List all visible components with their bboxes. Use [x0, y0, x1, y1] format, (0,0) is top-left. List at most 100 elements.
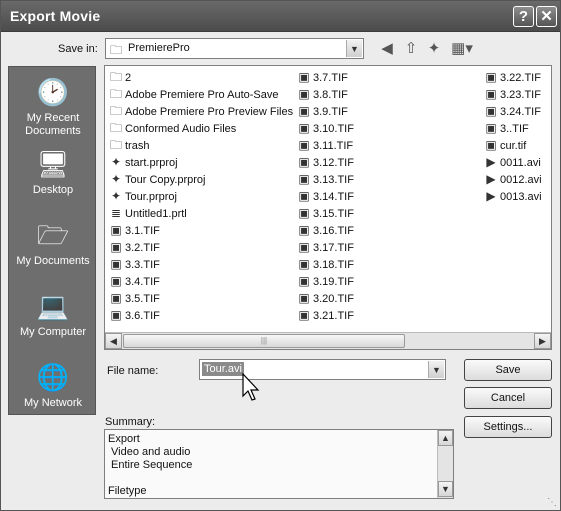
back-icon[interactable]: ◀: [377, 39, 397, 59]
folder-icon: 🗀: [109, 70, 122, 84]
file-item[interactable]: ▣ 3.20.TIF: [296, 290, 354, 307]
file-item[interactable]: ▣ 3.6.TIF: [108, 307, 293, 324]
save-in-dropdown[interactable]: 🗀 PremierePro ▼: [105, 38, 364, 59]
file-item[interactable]: ✦ start.prproj: [108, 154, 293, 171]
image-file-icon: ▣: [298, 155, 310, 169]
file-item-name: 2: [125, 72, 132, 84]
file-item[interactable]: ▣ 3.24.TIF: [483, 103, 542, 120]
place-my-computer[interactable]: 💻 My Computer: [9, 289, 97, 339]
image-file-icon: ▣: [298, 172, 310, 186]
file-item[interactable]: ▣ 3..TIF: [483, 120, 542, 137]
file-item-name: 3.1.TIF: [125, 225, 160, 237]
image-file-icon: ▣: [110, 308, 122, 322]
file-item-name: trash: [125, 140, 150, 152]
places-bar: 🕑 My Recent Documents 🖥 Desktop 🗁 My Doc…: [8, 66, 96, 415]
file-item[interactable]: 🗀 trash: [108, 137, 293, 154]
file-item[interactable]: ▣ 3.8.TIF: [296, 86, 354, 103]
image-file-icon: ▣: [485, 121, 497, 135]
desktop-icon: 🖥: [36, 149, 70, 179]
summary-scrollbar[interactable]: ▲ ▼: [437, 430, 453, 498]
file-item[interactable]: ▣ 3.4.TIF: [108, 273, 293, 290]
file-item[interactable]: ▣ 3.16.TIF: [296, 222, 354, 239]
file-item[interactable]: ▣ 3.13.TIF: [296, 171, 354, 188]
image-file-icon: ▣: [298, 121, 310, 135]
file-name-label: File name:: [107, 365, 159, 377]
file-item[interactable]: ▣ 3.1.TIF: [108, 222, 293, 239]
scroll-right-icon[interactable]: ▶: [534, 333, 551, 349]
file-item[interactable]: ▶ 0011.avi: [483, 154, 542, 171]
image-file-icon: ▣: [485, 87, 497, 101]
chevron-down-icon[interactable]: ▼: [346, 40, 362, 57]
up-folder-icon[interactable]: ⇧: [401, 39, 421, 59]
settings-button[interactable]: Settings...: [464, 416, 552, 438]
title-file-icon: ≣: [110, 206, 122, 220]
scroll-left-icon[interactable]: ◀: [105, 333, 122, 349]
scroll-down-icon[interactable]: ▼: [438, 481, 453, 497]
scroll-up-icon[interactable]: ▲: [438, 430, 453, 446]
file-item[interactable]: ▣ 3.11.TIF: [296, 137, 354, 154]
file-item-name: cur.tif: [500, 140, 527, 152]
image-file-icon: ▣: [298, 138, 310, 152]
file-item[interactable]: ▣ 3.17.TIF: [296, 239, 354, 256]
file-list[interactable]: 🗀 2 🗀 Adobe Premiere Pro Auto-Save 🗀 Adobe Pr…: [104, 65, 552, 350]
new-folder-icon[interactable]: ✦: [424, 39, 444, 59]
file-item-name: 3.14.TIF: [313, 191, 354, 203]
file-item[interactable]: ▣ 3.18.TIF: [296, 256, 354, 273]
horizontal-scrollbar[interactable]: ◀ ||| ▶: [105, 332, 551, 349]
file-item[interactable]: ▣ 3.15.TIF: [296, 205, 354, 222]
place-my-network[interactable]: 🌐 My Network: [9, 360, 97, 410]
file-item[interactable]: ✦ Tour.prproj: [108, 188, 293, 205]
cancel-button[interactable]: Cancel: [464, 387, 552, 409]
file-item-name: Tour Copy.prproj: [125, 174, 206, 186]
file-item-name: 3.24.TIF: [500, 106, 541, 118]
resize-grip-icon[interactable]: ⋱: [547, 497, 558, 508]
file-item[interactable]: ✦ Tour Copy.prproj: [108, 171, 293, 188]
file-item[interactable]: ▣ 3.14.TIF: [296, 188, 354, 205]
scroll-thumb[interactable]: |||: [123, 334, 405, 348]
file-name-field[interactable]: Tour.avi ▼: [199, 359, 446, 380]
file-item[interactable]: ▣ 3.9.TIF: [296, 103, 354, 120]
file-item[interactable]: 🗀 2: [108, 69, 293, 86]
file-item[interactable]: 🗀 Conformed Audio Files: [108, 120, 293, 137]
file-item[interactable]: 🗀 Adobe Premiere Pro Auto-Save: [108, 86, 293, 103]
file-item[interactable]: ▶ 0013.avi: [483, 188, 541, 205]
place-my-recent-documents[interactable]: 🕑 My Recent Documents: [9, 75, 97, 138]
recent-documents-icon: 🕑: [36, 77, 70, 107]
file-item[interactable]: ▣ 3.2.TIF: [108, 239, 293, 256]
summary-line: Filetype: [108, 485, 147, 497]
file-item[interactable]: ▣ 3.23.TIF: [483, 86, 542, 103]
file-item[interactable]: ▣ 3.10.TIF: [296, 120, 354, 137]
file-item[interactable]: ▣ 3.12.TIF: [296, 154, 354, 171]
place-label: My Recent Documents: [25, 112, 81, 137]
file-item-name: 3.5.TIF: [125, 293, 160, 305]
close-button[interactable]: ✕: [536, 6, 557, 27]
file-item-name: 3.15.TIF: [313, 208, 354, 220]
file-item[interactable]: ▣ cur.tif: [483, 137, 542, 154]
file-item-name: Adobe Premiere Pro Auto-Save: [125, 89, 279, 101]
image-file-icon: ▣: [298, 257, 310, 271]
file-name-value[interactable]: Tour.avi: [202, 362, 244, 376]
image-file-icon: ▣: [298, 104, 310, 118]
image-file-icon: ▣: [110, 240, 122, 254]
help-button[interactable]: ?: [513, 6, 534, 27]
file-item[interactable]: ≣ Untitled1.prtl: [108, 205, 293, 222]
chevron-down-icon[interactable]: ▼: [428, 361, 444, 378]
file-item[interactable]: ▣ 3.21.TIF: [296, 307, 354, 324]
project-file-icon: ✦: [110, 189, 122, 203]
place-desktop[interactable]: 🖥 Desktop: [9, 147, 97, 197]
file-item[interactable]: ▣ 3.3.TIF: [108, 256, 293, 273]
file-item-name: 3.11.TIF: [313, 140, 354, 152]
file-item[interactable]: ▣ 3.5.TIF: [108, 290, 293, 307]
folder-icon: 🗀: [109, 87, 122, 101]
place-my-documents[interactable]: 🗁 My Documents: [9, 218, 97, 268]
view-menu-icon[interactable]: ▦▾: [449, 39, 475, 59]
file-item[interactable]: 🗀 Adobe Premiere Pro Preview Files: [108, 103, 293, 120]
file-item[interactable]: ▶ 0012.avi: [483, 171, 541, 188]
file-item-name: 3.4.TIF: [125, 276, 160, 288]
file-item[interactable]: ▣ 3.19.TIF: [296, 273, 354, 290]
file-item-name: 3.12.TIF: [313, 157, 354, 169]
file-item[interactable]: ▣ 3.7.TIF: [296, 69, 354, 86]
save-button[interactable]: Save: [464, 359, 552, 381]
file-item[interactable]: ▣ 3.22.TIF: [483, 69, 542, 86]
image-file-icon: ▣: [298, 87, 310, 101]
